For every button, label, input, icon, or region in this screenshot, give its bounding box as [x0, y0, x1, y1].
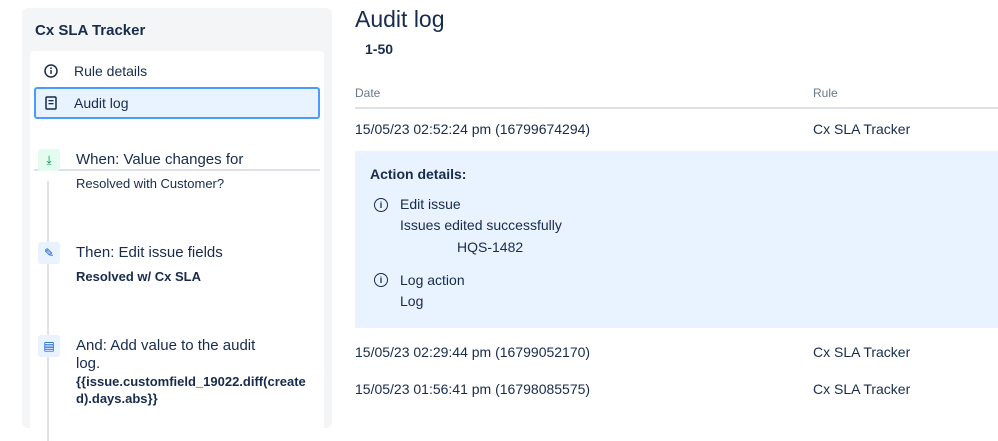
details-heading: Action details:: [370, 166, 467, 182]
timeline-line: [47, 181, 49, 441]
step-title: And: Add value to the audit log.: [76, 337, 256, 372]
action-name: Edit issue: [400, 196, 461, 212]
document-icon: [44, 96, 58, 110]
header-divider: [355, 107, 998, 109]
pencil-icon: ✎: [38, 242, 60, 264]
step-title: Then: Edit issue fields: [76, 244, 223, 261]
nav-rule-details[interactable]: Rule details: [34, 55, 320, 87]
info-icon: i: [374, 198, 388, 212]
info-icon: i: [374, 273, 388, 287]
nav-audit-log[interactable]: Audit log: [34, 87, 320, 119]
action-name: Log action: [400, 272, 465, 288]
nav-label: Rule details: [74, 63, 148, 79]
step-title: When: Value changes for: [76, 151, 244, 168]
nav-label: Audit log: [74, 95, 129, 111]
row-date[interactable]: 15/05/23 01:56:41 pm (16798085575): [355, 381, 590, 397]
row-date[interactable]: 15/05/23 02:52:24 pm (16799674294): [355, 121, 590, 137]
action-details-panel: Action details: i Edit issue Issues edit…: [355, 151, 998, 328]
pagination-range: 1-50: [365, 41, 394, 57]
sidebar: Cx SLA Tracker Rule details Audit log ⤓ …: [22, 8, 332, 441]
page-title: Audit log: [355, 6, 445, 32]
info-icon: [44, 64, 58, 78]
document-icon: ▤: [38, 335, 60, 357]
row-rule: Cx SLA Tracker: [813, 381, 911, 397]
step-detail: Resolved with Customer?: [76, 176, 225, 191]
sidebar-card: Rule details Audit log ⤓ When: Value cha…: [30, 51, 324, 441]
divider: [34, 169, 320, 171]
rule-title: Cx SLA Tracker: [35, 22, 146, 39]
action-message: Log: [400, 293, 424, 309]
column-date: Date: [355, 86, 381, 100]
step-detail: {{issue.customfield_19022.diff(created).…: [76, 374, 306, 406]
row-date[interactable]: 15/05/23 02:29:44 pm (16799052170): [355, 344, 590, 360]
value-change-icon: ⤓: [38, 149, 60, 171]
row-rule: Cx SLA Tracker: [813, 121, 911, 137]
column-rule: Rule: [813, 86, 838, 100]
issue-key[interactable]: HQS-1482: [457, 239, 523, 255]
step-detail: Resolved w/ Cx SLA: [76, 269, 201, 284]
row-rule: Cx SLA Tracker: [813, 344, 911, 360]
action-message: Issues edited successfully: [400, 217, 562, 233]
